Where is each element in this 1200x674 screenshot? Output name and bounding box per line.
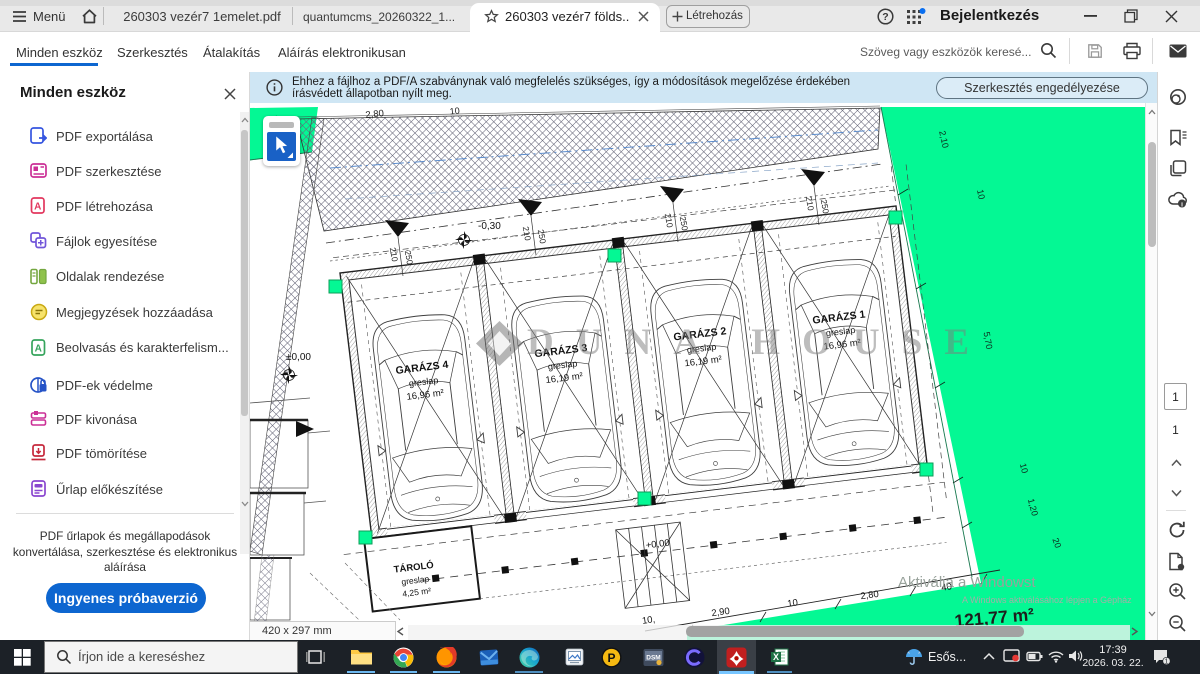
svg-text:A: A	[34, 202, 41, 213]
svg-text:2,80: 2,80	[365, 108, 385, 121]
svg-text:10: 10	[787, 597, 799, 609]
svg-text:X: X	[773, 652, 779, 662]
svg-text:P: P	[607, 651, 615, 665]
svg-text:10: 10	[975, 188, 987, 200]
svg-text:A Windows aktiválásához lépjen: A Windows aktiválásához lépjen a Gépház	[962, 595, 1132, 605]
svg-text:?: ?	[882, 11, 888, 23]
svg-text:i: i	[1181, 202, 1183, 209]
svg-text:-0,30: -0,30	[478, 221, 501, 232]
svg-text:±0,00: ±0,00	[286, 352, 311, 363]
svg-text:A: A	[35, 344, 42, 355]
svg-text:1: 1	[1165, 659, 1169, 666]
svg-text:10: 10	[449, 106, 460, 117]
svg-text:Aktiválja a Windowst: Aktiválja a Windowst	[898, 574, 1036, 591]
